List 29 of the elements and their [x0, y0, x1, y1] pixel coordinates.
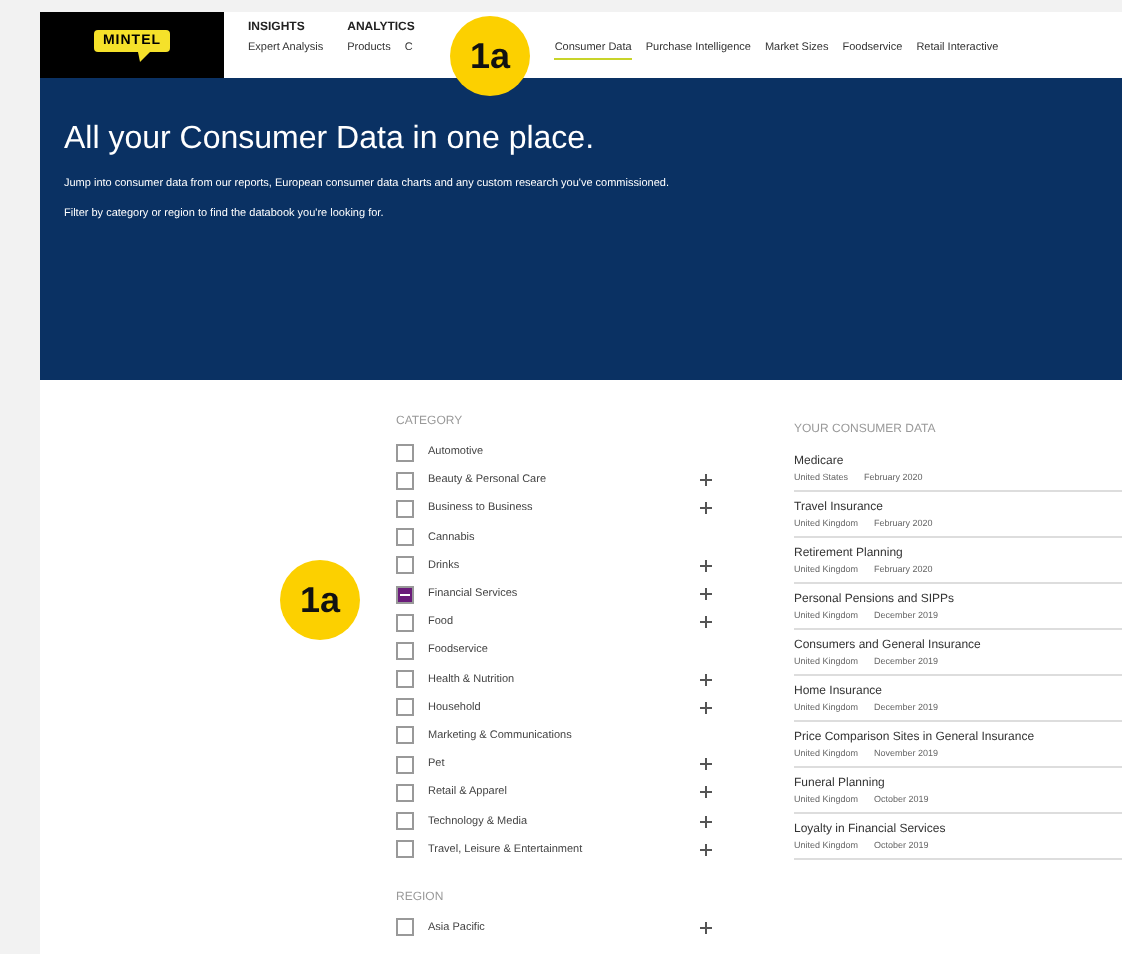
checkbox[interactable] [396, 698, 414, 717]
checkbox[interactable] [396, 471, 414, 490]
checkbox[interactable] [396, 556, 414, 575]
checkbox[interactable] [396, 528, 414, 547]
checkbox[interactable] [396, 755, 414, 774]
plus-icon[interactable] [700, 758, 712, 771]
plus-icon[interactable] [700, 588, 712, 601]
checkbox[interactable] [396, 641, 414, 660]
plus-icon[interactable] [700, 474, 712, 487]
plus-icon[interactable] [700, 921, 712, 934]
plus-icon[interactable] [700, 616, 712, 629]
plus-icon[interactable] [700, 701, 712, 714]
plus-icon[interactable] [700, 673, 712, 686]
checkbox[interactable] [396, 726, 414, 745]
checkbox[interactable] [396, 613, 414, 632]
plus-icon[interactable] [700, 559, 712, 572]
plus-icon[interactable] [700, 815, 712, 828]
plus-icon[interactable] [700, 786, 712, 799]
checkbox[interactable] [396, 783, 414, 802]
checkbox[interactable] [396, 585, 414, 604]
checkbox[interactable] [396, 812, 414, 831]
checkbox[interactable] [396, 918, 414, 937]
plus-icon[interactable] [700, 502, 712, 515]
checkbox[interactable] [396, 499, 414, 518]
hero-title: All your Consumer Data in one place. [64, 122, 597, 158]
checkbox[interactable] [396, 443, 414, 462]
checkbox[interactable] [396, 670, 414, 689]
checkbox[interactable] [396, 840, 414, 859]
plus-icon[interactable] [700, 843, 712, 856]
